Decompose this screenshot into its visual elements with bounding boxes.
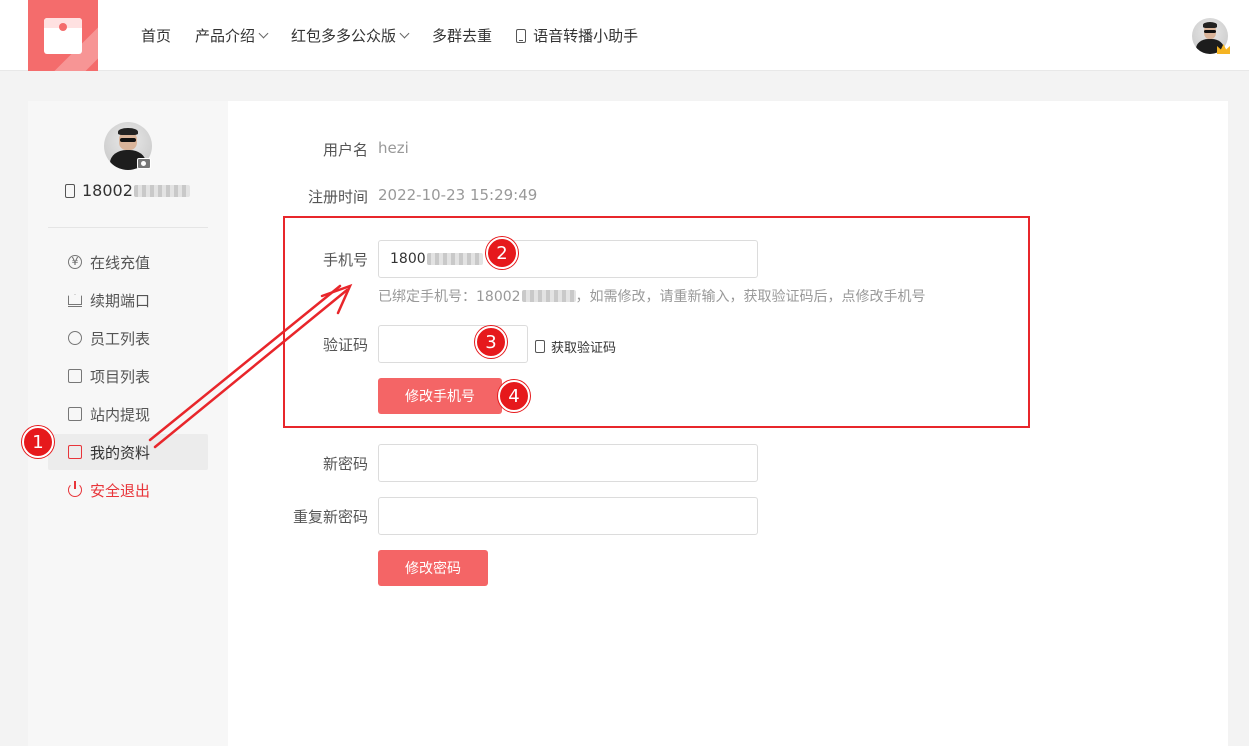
yuan-icon: ¥: [68, 255, 82, 269]
new-password-input[interactable]: [378, 444, 758, 482]
username-label: 用户名: [322, 141, 368, 159]
power-icon: [68, 481, 82, 497]
profile-card-icon: [68, 445, 82, 459]
main-nav: 首页 产品介绍 红包多多公众版 多群去重 语音转播小助手: [141, 0, 662, 71]
username-value: hezi: [378, 139, 409, 157]
clipboard-icon: [68, 369, 82, 383]
app-logo[interactable]: [28, 0, 98, 71]
nav-hongbao-public[interactable]: 红包多多公众版: [291, 25, 410, 46]
sidebar-item-withdraw[interactable]: 站内提现: [48, 396, 208, 432]
highlight-box: [283, 216, 1030, 428]
blurred-digits: [133, 184, 190, 197]
ticket-icon: [68, 407, 82, 421]
crown-icon: [68, 293, 82, 307]
divider: [48, 227, 208, 228]
sidebar-item-logout[interactable]: 安全退出: [48, 472, 208, 508]
phone-icon: [65, 183, 75, 198]
repeat-password-label: 重复新密码: [292, 508, 368, 526]
nav-home[interactable]: 首页: [141, 25, 171, 46]
sidebar-phone: 18002: [65, 181, 190, 200]
sidebar-item-renew-port[interactable]: 续期端口: [48, 282, 208, 318]
sidebar: 18002 ¥ 在线充值 续期端口 员工列表 项目列表 站内提现 我的资料 安全…: [28, 101, 228, 746]
sidebar-menu: ¥ 在线充值 续期端口 员工列表 项目列表 站内提现 我的资料 安全退出: [48, 244, 208, 510]
sidebar-item-projects[interactable]: 项目列表: [48, 358, 208, 394]
top-header: 首页 产品介绍 红包多多公众版 多群去重 语音转播小助手: [0, 0, 1249, 71]
staff-icon: [68, 331, 82, 345]
sidebar-item-staff[interactable]: 员工列表: [48, 320, 208, 356]
chevron-down-icon: [399, 28, 410, 39]
new-password-label: 新密码: [322, 455, 368, 473]
camera-icon[interactable]: [137, 158, 151, 169]
repeat-password-input[interactable]: [378, 497, 758, 535]
register-time-label: 注册时间: [307, 188, 368, 206]
red-envelope-icon: [44, 18, 82, 54]
sidebar-item-recharge[interactable]: ¥ 在线充值: [48, 244, 208, 280]
annotation-marker-1: 1: [22, 426, 54, 458]
annotation-marker-4: 4: [498, 380, 530, 412]
annotation-marker-2: 2: [486, 237, 518, 269]
phone-icon: [516, 28, 527, 43]
register-time-value: 2022-10-23 15:29:49: [378, 186, 538, 204]
annotation-marker-3: 3: [475, 326, 507, 358]
nav-group-dedupe[interactable]: 多群去重: [432, 25, 492, 46]
change-password-button[interactable]: 修改密码: [378, 550, 488, 586]
sidebar-item-my-profile[interactable]: 我的资料: [48, 434, 208, 470]
nav-voice-assistant[interactable]: 语音转播小助手: [516, 25, 638, 46]
nav-products[interactable]: 产品介绍: [195, 25, 269, 46]
chevron-down-icon: [258, 28, 269, 39]
